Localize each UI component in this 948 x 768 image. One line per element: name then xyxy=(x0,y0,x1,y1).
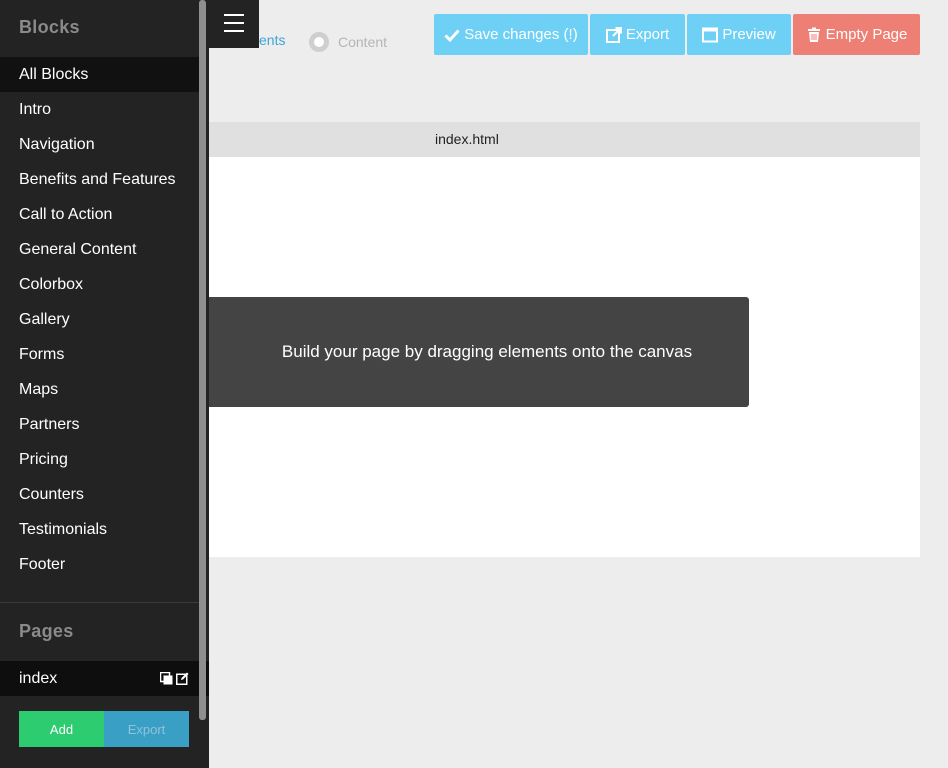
edit-icon[interactable] xyxy=(176,672,189,685)
sidebar-item-footer[interactable]: Footer xyxy=(0,547,199,582)
drop-hint-text: Build your page by dragging elements ont… xyxy=(281,342,693,361)
sidebar-item-intro[interactable]: Intro xyxy=(0,92,199,127)
tab-content-label: Content xyxy=(338,34,388,50)
canvas-title: index.html xyxy=(435,131,499,147)
sidebar-item-partners[interactable]: Partners xyxy=(0,407,199,442)
empty-page-button[interactable]: Empty Page xyxy=(793,14,920,55)
window-icon xyxy=(702,27,719,42)
sidebar-item-gallery[interactable]: Gallery xyxy=(0,302,199,337)
pages-section-title: Pages xyxy=(19,621,74,641)
duplicate-icon[interactable] xyxy=(160,672,173,685)
sidebar-item-maps[interactable]: Maps xyxy=(0,372,199,407)
page-item-label: index xyxy=(19,670,58,687)
sidebar-item-counters[interactable]: Counters xyxy=(0,477,199,512)
sidebar-item-benefits-and-features[interactable]: Benefits and Features xyxy=(0,162,199,197)
radio-icon xyxy=(309,32,329,52)
drop-hint-banner: Build your page by dragging elements ont… xyxy=(209,297,749,407)
sidebar-item-navigation[interactable]: Navigation xyxy=(0,127,199,162)
export-button[interactable]: Export xyxy=(590,14,685,55)
sidebar-item-general-content[interactable]: General Content xyxy=(0,232,199,267)
empty-page-label: Empty Page xyxy=(825,26,908,43)
sidebar-item-all-blocks[interactable]: All Blocks xyxy=(0,57,199,92)
page-item-index[interactable]: index xyxy=(0,661,209,696)
external-link-icon xyxy=(605,26,622,43)
sidebar: Blocks All Blocks Intro Navigation Benef… xyxy=(0,0,209,768)
export-label: Export xyxy=(625,26,670,43)
sidebar-scrollbar[interactable] xyxy=(199,0,206,720)
page-actions: Add Export xyxy=(19,711,189,747)
sidebar-item-colorbox[interactable]: Colorbox xyxy=(0,267,199,302)
preview-button[interactable]: Preview xyxy=(687,14,791,55)
trash-icon xyxy=(807,27,820,42)
export-page-button[interactable]: Export xyxy=(104,711,189,747)
preview-label: Preview xyxy=(722,26,776,43)
menu-toggle-button[interactable] xyxy=(209,0,259,48)
sidebar-item-forms[interactable]: Forms xyxy=(0,337,199,372)
save-changes-button[interactable]: Save changes (!) xyxy=(434,14,588,55)
blocks-section-title: Blocks xyxy=(19,17,80,37)
sidebar-divider xyxy=(0,602,199,603)
sidebar-item-pricing[interactable]: Pricing xyxy=(0,442,199,477)
tab-elements[interactable]: ents xyxy=(259,32,285,48)
check-icon xyxy=(444,28,460,42)
canvas-header xyxy=(209,122,920,157)
hamburger-icon xyxy=(224,14,244,16)
sidebar-item-call-to-action[interactable]: Call to Action xyxy=(0,197,199,232)
save-changes-label: Save changes (!) xyxy=(464,26,578,43)
add-page-button[interactable]: Add xyxy=(19,711,104,747)
tab-content[interactable]: Content xyxy=(309,32,387,52)
block-category-list: All Blocks Intro Navigation Benefits and… xyxy=(0,57,199,582)
sidebar-item-testimonials[interactable]: Testimonials xyxy=(0,512,199,547)
